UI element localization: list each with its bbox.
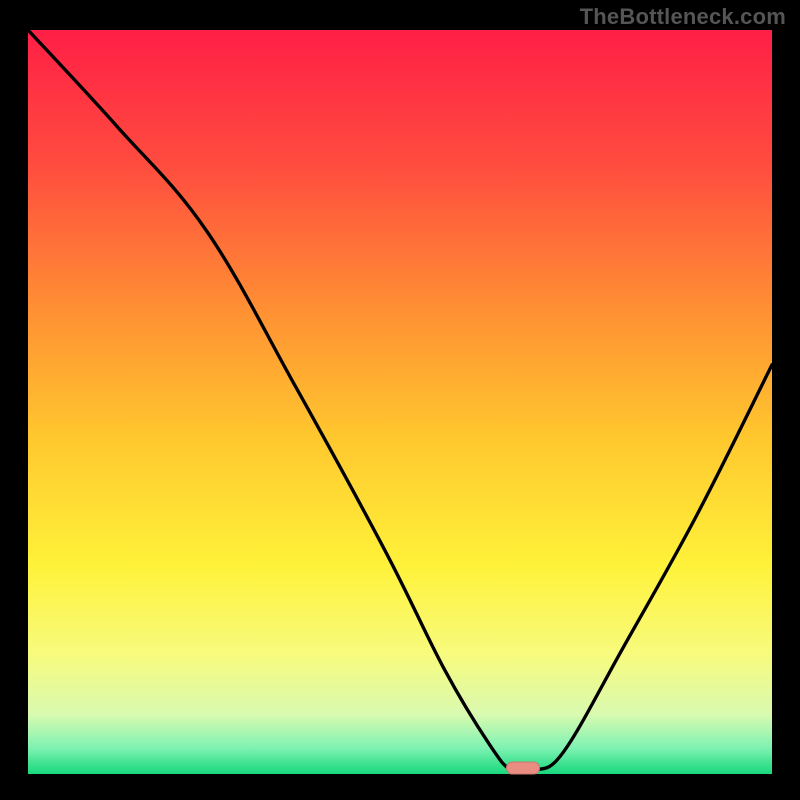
optimal-marker xyxy=(506,762,540,775)
chart-frame: TheBottleneck.com xyxy=(0,0,800,800)
watermark-text: TheBottleneck.com xyxy=(580,4,786,30)
curve-line xyxy=(28,30,772,774)
plot-area xyxy=(28,30,772,772)
